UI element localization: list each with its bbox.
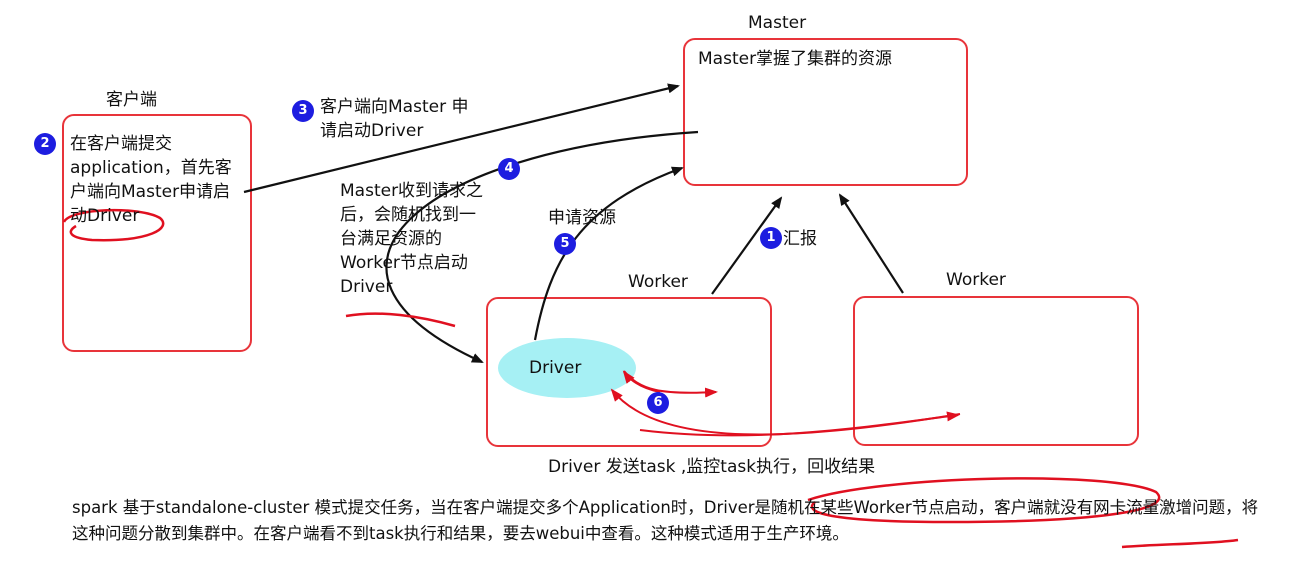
arrow-step6-d — [639, 411, 960, 437]
badge-step4: 4 — [498, 158, 520, 180]
step3-text: 客户端向Master 申请启动Driver — [320, 97, 469, 141]
footer-description: spark 基于standalone-cluster 模式提交任务，当在客户端提… — [72, 498, 1259, 543]
worker1-title: Worker — [628, 272, 688, 292]
annotation-underline-driver — [345, 312, 456, 328]
badge-step1: 1 — [760, 227, 782, 249]
client-label: 客户端 — [106, 90, 157, 110]
arrow-step6-a — [623, 370, 718, 398]
badge-step6: 6 — [647, 392, 669, 414]
diagram-caption: Driver 发送task ,监控task执行，回收结果 — [548, 457, 876, 477]
worker2-title: Worker — [946, 270, 1006, 290]
arrow-worker2 — [838, 193, 904, 294]
badge-step2: 2 — [34, 133, 56, 155]
step4-text: Master收到请求之后，会随机找到一台满足资源的Worker节点启动Drive… — [340, 181, 484, 297]
master-text: Master掌握了集群的资源 — [698, 49, 893, 69]
master-title: Master — [748, 13, 807, 33]
step1-text: 汇报 — [783, 229, 817, 249]
step5-text: 申请资源 — [548, 208, 616, 228]
badge-step3: 3 — [292, 100, 314, 122]
arrow-step5 — [533, 166, 684, 341]
badge-step5: 5 — [554, 233, 576, 255]
driver-label: Driver — [529, 358, 582, 378]
client-text: 在客户端提交application，首先客户端向Master申请启动Driver — [70, 134, 232, 226]
